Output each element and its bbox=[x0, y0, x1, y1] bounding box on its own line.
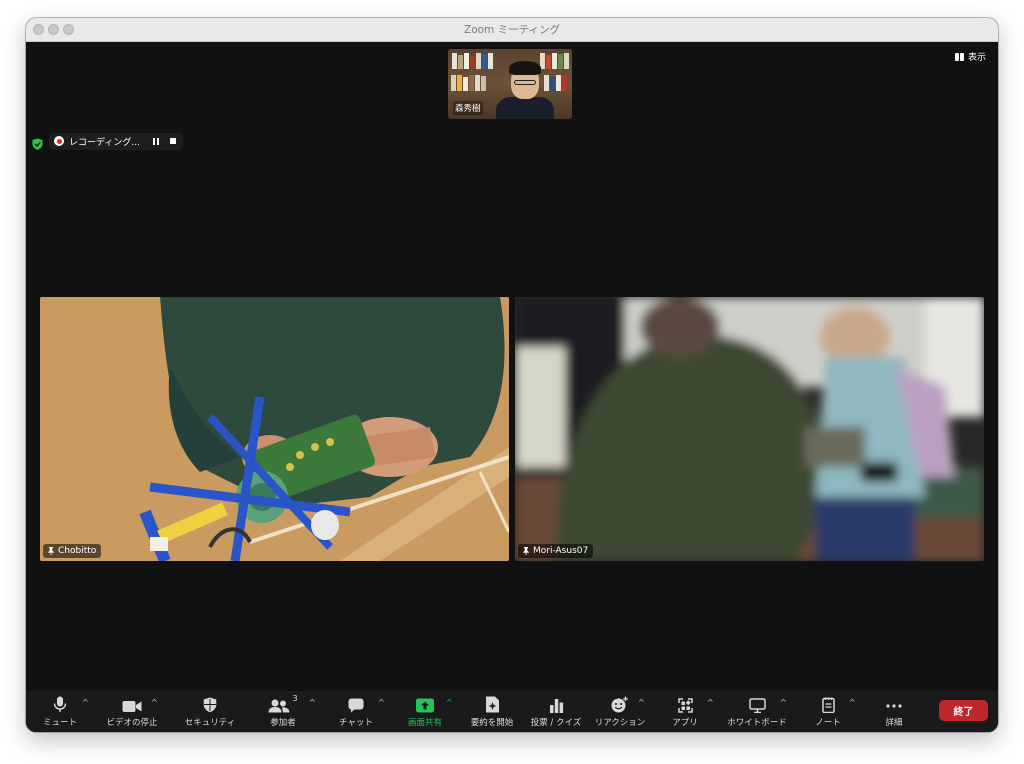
whiteboard-options-chevron-icon[interactable]: ^ bbox=[780, 698, 787, 707]
chat-icon bbox=[344, 691, 368, 713]
apps-icon bbox=[673, 691, 697, 713]
more-icon bbox=[882, 691, 906, 713]
thumbnail-participant-name: 森秀樹 bbox=[453, 101, 483, 115]
participant-name: Mori-Asus07 bbox=[533, 546, 589, 556]
window-title: Zoom ミーティング bbox=[464, 24, 560, 36]
security-label: セキュリティ bbox=[184, 718, 236, 728]
apps-label: アプリ bbox=[672, 718, 698, 728]
shield-icon bbox=[198, 691, 222, 713]
meeting-stage: 森秀樹 表示 レコーディング... Chobitto Mori-Asus07 bbox=[26, 42, 998, 691]
participant-name-tag: Mori-Asus07 bbox=[518, 544, 594, 558]
video-tile-mori-asus07[interactable]: Mori-Asus07 bbox=[515, 297, 984, 561]
participant-name: Chobitto bbox=[58, 546, 97, 556]
title-bar: Zoom ミーティング bbox=[26, 18, 998, 42]
chat-options-chevron-icon[interactable]: ^ bbox=[378, 698, 385, 707]
view-button[interactable]: 表示 bbox=[954, 50, 986, 63]
participant-count: 3 bbox=[292, 694, 298, 703]
chat-label: チャット bbox=[339, 718, 373, 728]
more-label: 詳細 bbox=[885, 718, 903, 728]
recording-dot-icon bbox=[54, 136, 64, 146]
reactions-options-chevron-icon[interactable]: ^ bbox=[638, 698, 645, 707]
summary-icon bbox=[480, 691, 504, 713]
notes-options-chevron-icon[interactable]: ^ bbox=[849, 698, 856, 707]
end-meeting-button[interactable]: 終了 bbox=[939, 700, 988, 721]
stop-recording-icon[interactable] bbox=[169, 138, 176, 144]
participants-label: 参加者 bbox=[270, 718, 296, 728]
view-label: 表示 bbox=[967, 53, 986, 63]
encryption-shield-icon[interactable] bbox=[32, 135, 43, 150]
apps-button[interactable]: アプリ bbox=[670, 691, 700, 732]
share-screen-icon bbox=[413, 691, 437, 713]
video-tile-chobitto[interactable]: Chobitto bbox=[40, 297, 509, 561]
reaction-icon bbox=[608, 691, 632, 713]
audio-options-chevron-icon[interactable]: ^ bbox=[82, 698, 89, 707]
video-feed-chobitto bbox=[40, 297, 509, 561]
share-screen-button[interactable]: 画面共有 bbox=[406, 691, 444, 732]
poll-icon bbox=[544, 691, 568, 713]
start-summary-button[interactable]: 要約を開始 bbox=[468, 691, 516, 732]
share-options-chevron-icon[interactable]: ^ bbox=[446, 698, 453, 707]
notes-icon bbox=[816, 691, 840, 713]
mute-label: ミュート bbox=[43, 718, 78, 728]
microphone-icon bbox=[48, 691, 72, 713]
meeting-toolbar: ミュート ^ ビデオの停止 ^ セキュリティ 3 参加者 ^ チャット ^ 画面… bbox=[26, 691, 998, 732]
pin-icon bbox=[523, 547, 529, 555]
person-body bbox=[496, 97, 554, 119]
chat-button[interactable]: チャット bbox=[336, 691, 376, 732]
person-hair bbox=[509, 61, 541, 75]
participants-icon: 3 bbox=[266, 691, 300, 713]
video-options-chevron-icon[interactable]: ^ bbox=[151, 698, 158, 707]
share-screen-label: 画面共有 bbox=[407, 718, 442, 728]
stop-video-label: ビデオの停止 bbox=[106, 718, 158, 728]
whiteboard-icon bbox=[745, 691, 769, 713]
notes-button[interactable]: ノート bbox=[812, 691, 844, 732]
person-glasses bbox=[514, 80, 536, 85]
recording-label: レコーディング... bbox=[69, 137, 140, 148]
recording-indicator[interactable]: レコーディング... bbox=[49, 132, 183, 150]
pin-icon bbox=[48, 547, 54, 555]
participants-button[interactable]: 3 参加者 bbox=[266, 691, 300, 732]
video-camera-icon bbox=[120, 691, 144, 713]
poll-quiz-button[interactable]: 投票 / クイズ bbox=[526, 691, 586, 732]
start-summary-label: 要約を開始 bbox=[470, 718, 514, 728]
video-feed-mori-asus07 bbox=[515, 297, 984, 561]
notes-label: ノート bbox=[815, 718, 841, 728]
whiteboard-button[interactable]: ホワイトボード bbox=[726, 691, 788, 732]
more-button[interactable]: 詳細 bbox=[880, 691, 908, 732]
participants-options-chevron-icon[interactable]: ^ bbox=[309, 698, 316, 707]
apps-options-chevron-icon[interactable]: ^ bbox=[707, 698, 714, 707]
mute-button[interactable]: ミュート bbox=[43, 691, 78, 732]
zoom-window: Zoom ミーティング 森秀樹 表示 レコーディング... Chobitto M… bbox=[26, 18, 998, 732]
speaker-thumbnail[interactable]: 森秀樹 bbox=[448, 49, 572, 119]
bookshelf-row bbox=[448, 73, 572, 91]
pause-recording-icon[interactable] bbox=[152, 137, 159, 145]
poll-quiz-label: 投票 / クイズ bbox=[530, 718, 582, 728]
reactions-label: リアクション bbox=[594, 718, 646, 728]
whiteboard-label: ホワイトボード bbox=[727, 718, 787, 728]
gallery-view-icon bbox=[954, 52, 964, 61]
security-button[interactable]: セキュリティ bbox=[180, 691, 240, 732]
recording-bar: レコーディング... bbox=[32, 132, 183, 150]
participant-name-tag: Chobitto bbox=[43, 544, 102, 558]
